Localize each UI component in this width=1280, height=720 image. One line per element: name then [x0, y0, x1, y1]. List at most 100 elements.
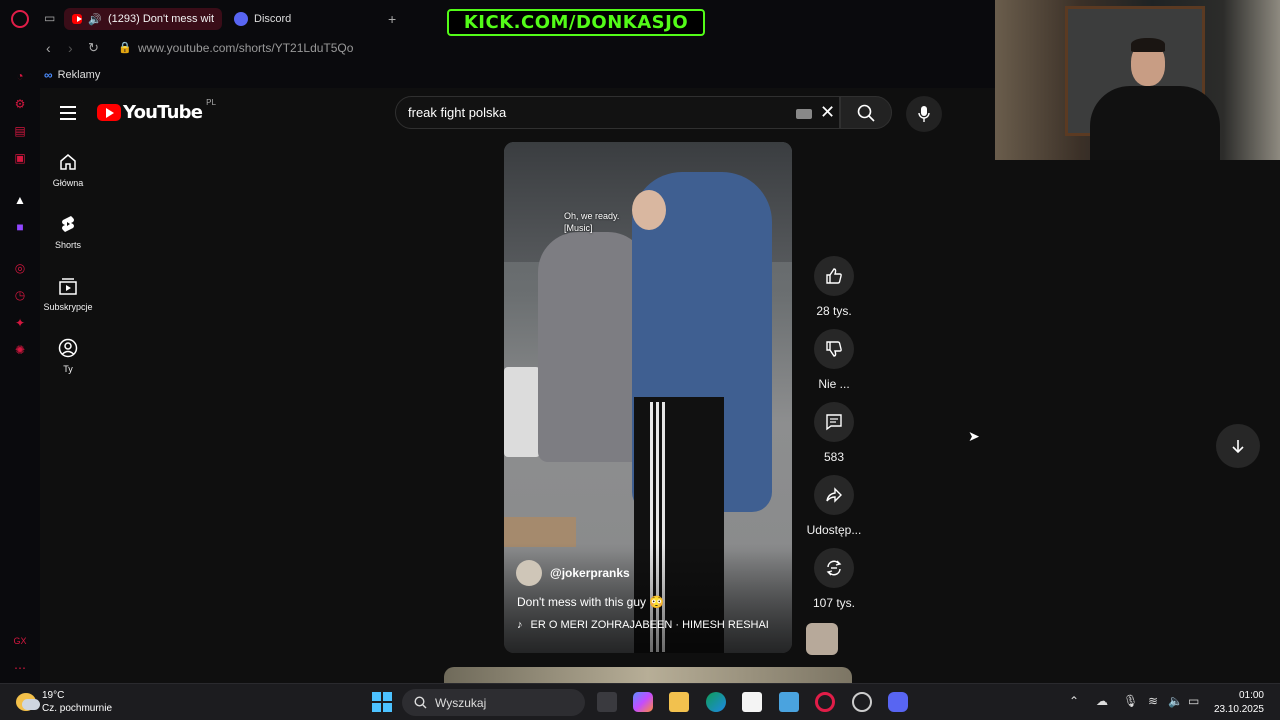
history-icon[interactable]: ◷ — [12, 287, 28, 303]
settings-icon[interactable]: ✺ — [12, 342, 28, 358]
news-icon[interactable]: ▣ — [12, 150, 28, 166]
thumbs-down-icon — [826, 341, 842, 357]
shorts-icon — [62, 216, 74, 232]
clock-date: 23.10.2025 — [1213, 704, 1264, 715]
dislike-action[interactable]: Nie ... — [796, 329, 872, 391]
remix-action[interactable]: 107 tys. — [796, 548, 872, 610]
microphone-tray-icon[interactable]: 🎙 — [1123, 694, 1138, 708]
url-field[interactable]: www.youtube.com/shorts/YT21LduT5Qo — [138, 41, 353, 55]
channel-link[interactable]: @jokerpranks — [516, 560, 630, 586]
music-title: ER O MERI ZOHRAJABEEN · HIMESH RESHAI — [530, 619, 769, 631]
bookmark-label: Reklamy — [57, 69, 101, 81]
youtube-wordmark: YouTube — [123, 102, 203, 123]
search-button[interactable] — [840, 96, 892, 129]
arrow-down-icon — [1232, 440, 1244, 454]
region-code: PL — [206, 98, 216, 107]
guide-label: Główna — [52, 178, 84, 188]
shorts-player[interactable]: Oh, we ready. [Music] @jokerpranks Don't… — [504, 142, 792, 653]
tab-discord[interactable]: Discord — [226, 8, 376, 30]
twitch-icon[interactable]: ■ — [12, 219, 28, 235]
music-ticker[interactable]: ♪ ER O MERI ZOHRAJABEEN · HIMESH RESHAI — [517, 619, 769, 631]
copilot-icon[interactable] — [633, 692, 653, 712]
microphone-icon — [918, 106, 930, 122]
keyboard-icon[interactable] — [796, 109, 812, 119]
menu-hamburger-icon[interactable] — [60, 106, 76, 120]
video-frame-suitcase — [504, 367, 540, 457]
screen: ◔ ⚙ ▤ ▣ ▲ ■ ◎ ◷ ✦ ✺ GX ⋯ ▭ 🔊 (1293) Don'… — [0, 0, 1280, 720]
discord-favicon-icon — [234, 12, 248, 26]
taskbar-search-placeholder: Wyszukaj — [435, 695, 487, 710]
clear-search-icon[interactable]: ✕ — [820, 102, 835, 123]
wifi-icon[interactable]: ≋ — [1148, 694, 1158, 708]
comments-action[interactable]: 583 — [796, 402, 872, 464]
youtube-logo[interactable]: YouTube PL — [97, 98, 216, 123]
obs-icon[interactable] — [852, 692, 872, 712]
back-arrow-icon[interactable]: ‹ — [46, 40, 51, 56]
file-explorer-icon[interactable] — [669, 692, 689, 712]
weather-widget[interactable]: 19°C Cz. pochmurnie — [16, 689, 112, 715]
share-action[interactable]: Udostęp... — [796, 475, 872, 537]
bookmark-item[interactable]: ∞ Reklamy — [44, 68, 100, 82]
gx-control-icon[interactable]: ⚙ — [12, 96, 28, 112]
volume-icon[interactable]: 🔈 — [1168, 694, 1183, 708]
speed-dial-icon[interactable]: ◔ — [12, 68, 28, 84]
remix-count: 107 tys. — [812, 596, 856, 610]
windows-start-icon[interactable] — [372, 692, 392, 712]
webcam-overlay — [995, 0, 1280, 160]
gx-corner-icon[interactable]: ▤ — [12, 123, 28, 139]
discord-taskbar-icon[interactable] — [888, 692, 908, 712]
tab-label: Discord — [254, 13, 292, 25]
system-clock[interactable]: 01:00 23.10.2025 — [1208, 689, 1264, 717]
video-caption: Oh, we ready. [Music] — [564, 211, 620, 233]
channel-name[interactable]: @jokerpranks — [550, 566, 630, 580]
stream-banner: KICK.COM/DONKASJO — [447, 9, 705, 36]
battery-icon[interactable]: ▭ — [1188, 694, 1199, 708]
webcam-streamer-body — [1090, 86, 1220, 160]
taskbar-search[interactable]: Wyszukaj — [402, 689, 585, 716]
sound-thumbnail[interactable] — [806, 623, 838, 655]
like-action[interactable]: 28 tys. — [796, 256, 872, 318]
search-icon — [414, 696, 427, 709]
opera-gx-taskbar-icon[interactable] — [815, 692, 835, 712]
next-short-button[interactable] — [1216, 424, 1260, 468]
youtube-favicon-icon — [72, 14, 83, 24]
chevron-up-icon[interactable]: ⌃ — [1069, 694, 1079, 708]
short-title[interactable]: Don't mess with this guy 😳 — [517, 595, 664, 609]
aria-icon[interactable]: ▲ — [12, 192, 28, 208]
new-tab-plus-icon[interactable]: + — [388, 11, 396, 27]
comments-button[interactable] — [814, 402, 854, 442]
remix-button[interactable] — [814, 548, 854, 588]
player-icon[interactable]: ◎ — [12, 260, 28, 276]
search-query: freak fight polska — [408, 105, 507, 120]
dislike-button[interactable] — [814, 329, 854, 369]
speaker-icon[interactable]: 🔊 — [88, 13, 102, 26]
tab-island-icon[interactable]: ▭ — [44, 11, 55, 25]
guide-item-shorts[interactable]: Shorts — [40, 214, 96, 274]
onedrive-icon[interactable]: ☁ — [1096, 694, 1108, 708]
edge-icon[interactable] — [706, 692, 726, 712]
share-label: Udostęp... — [806, 523, 862, 537]
reload-icon[interactable]: ↻ — [88, 40, 99, 56]
partly-cloudy-icon — [16, 693, 40, 711]
guide-item-you[interactable]: Ty — [40, 338, 96, 398]
tab-youtube[interactable]: 🔊 (1293) Don't mess wit — [64, 8, 222, 30]
app-icon[interactable] — [779, 692, 799, 712]
search-input[interactable]: freak fight polska ✕ — [395, 96, 840, 129]
channel-avatar[interactable] — [516, 560, 542, 586]
lock-icon[interactable]: 🔒 — [118, 41, 132, 54]
guide-item-subscriptions[interactable]: Subskrypcje — [40, 276, 96, 336]
voice-search-button[interactable] — [906, 96, 942, 132]
forward-arrow-icon[interactable]: › — [68, 40, 73, 56]
more-icon[interactable]: ⋯ — [12, 660, 28, 676]
like-button[interactable] — [814, 256, 854, 296]
extensions-icon[interactable]: ✦ — [12, 315, 28, 331]
share-button[interactable] — [814, 475, 854, 515]
store-icon[interactable] — [742, 692, 762, 712]
gx-mods-icon[interactable]: GX — [12, 633, 28, 649]
task-view-icon[interactable] — [597, 692, 617, 712]
thumbs-up-icon — [826, 268, 842, 284]
guide-item-home[interactable]: Główna — [40, 152, 96, 212]
opera-gx-logo-icon[interactable] — [11, 10, 29, 28]
home-icon — [60, 154, 76, 170]
youtube-page: YouTube PL freak fight polska ✕ Główna S… — [40, 88, 1280, 687]
